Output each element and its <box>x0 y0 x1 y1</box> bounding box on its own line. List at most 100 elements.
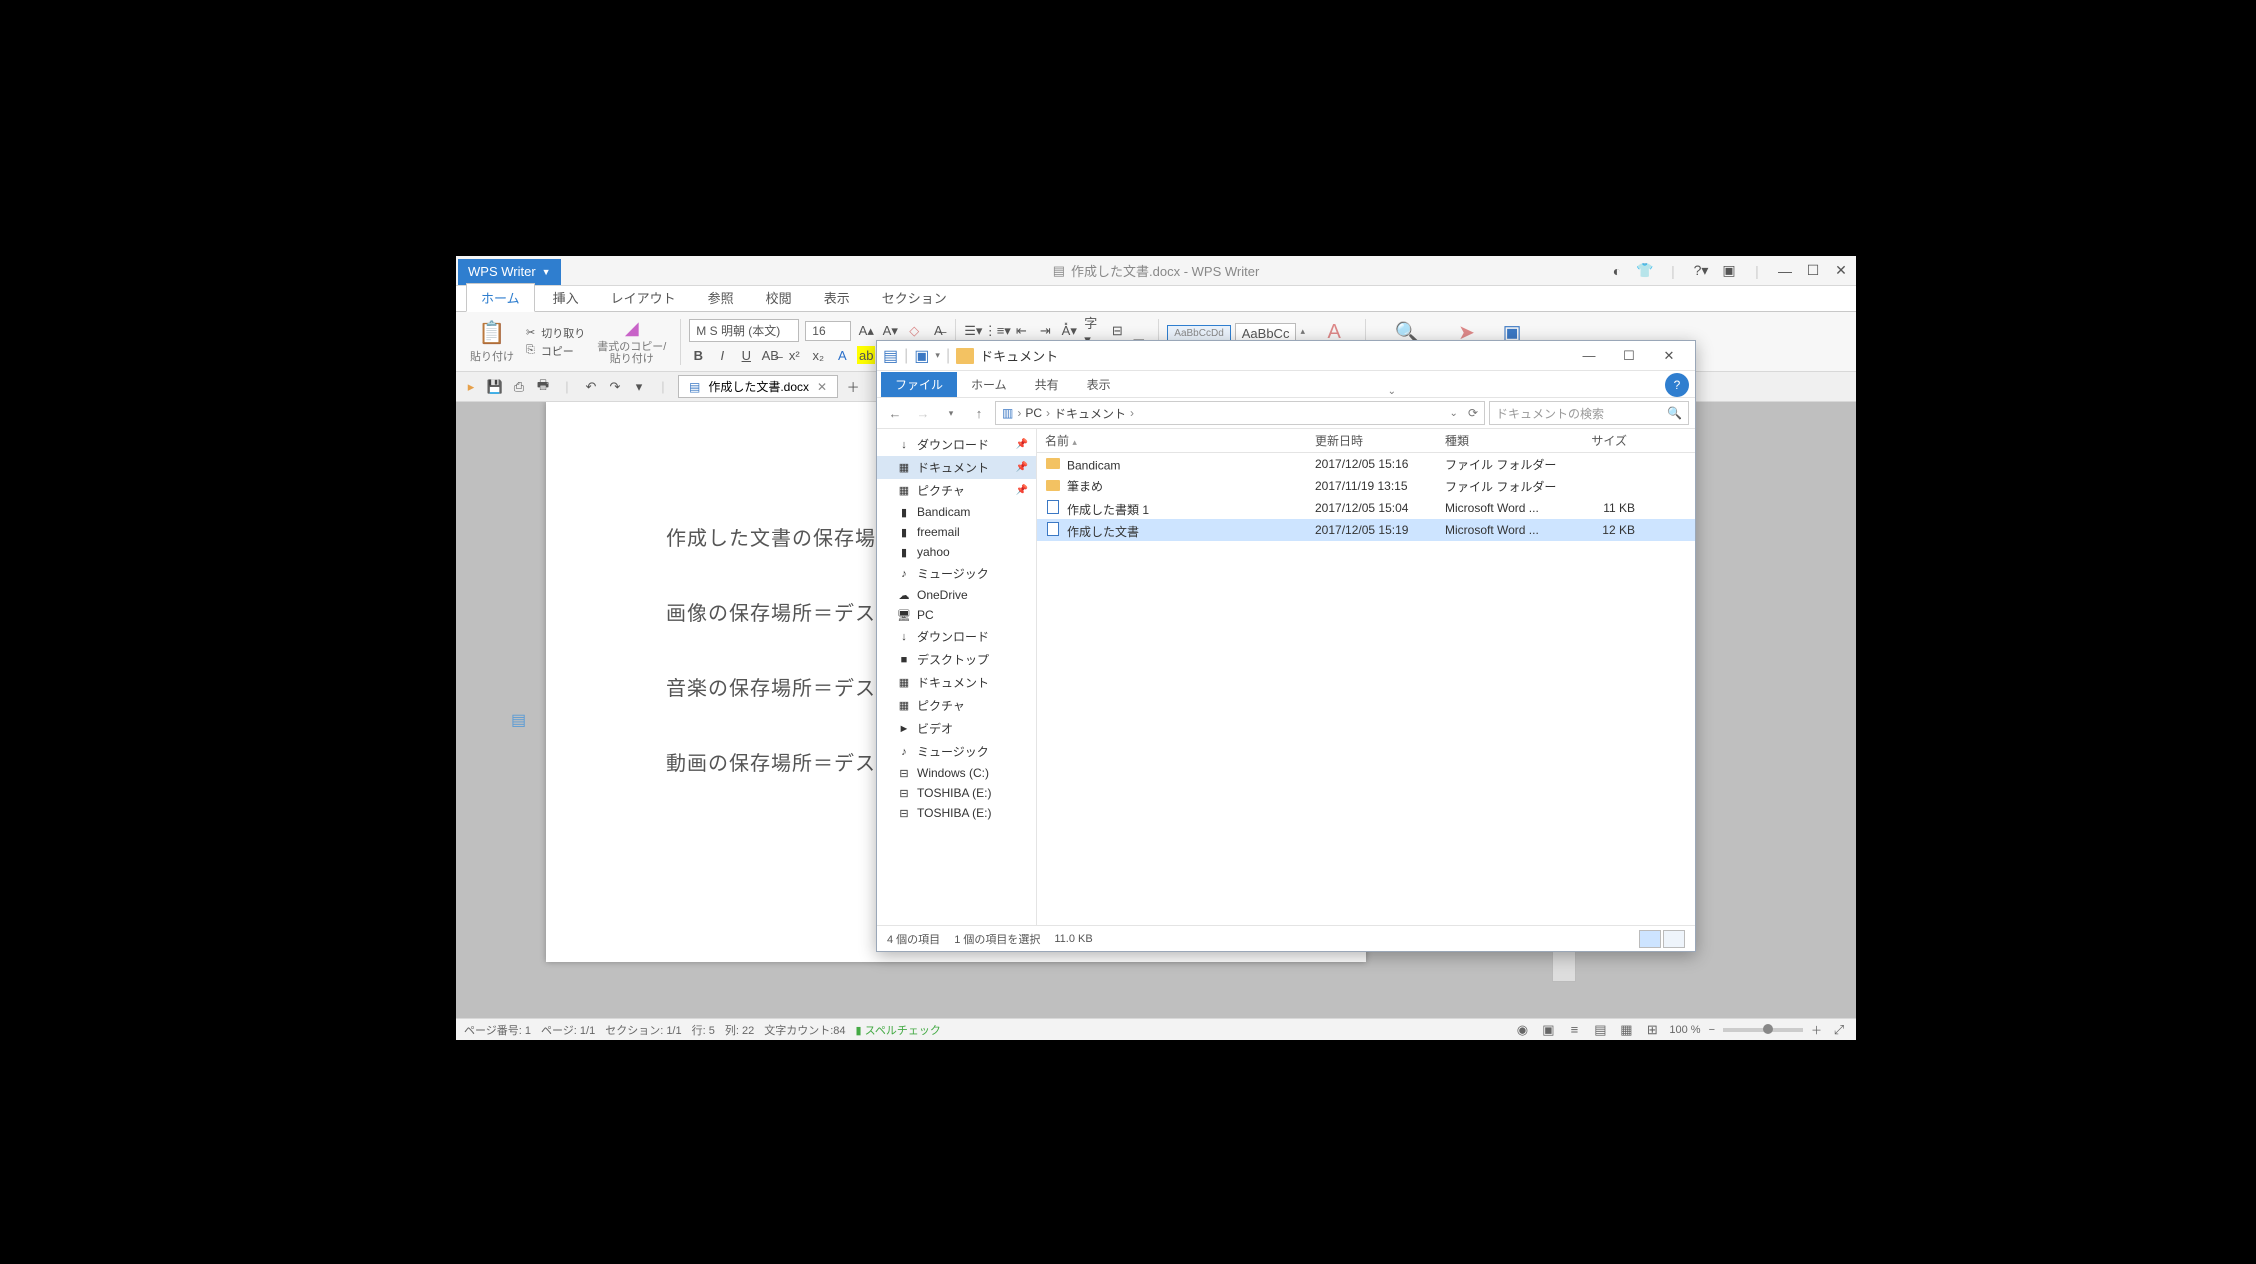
details-view-button[interactable] <box>1639 930 1661 948</box>
explorer-qat-dropdown[interactable]: ▾ <box>935 350 940 361</box>
breadcrumb-item[interactable]: PC <box>1025 406 1042 420</box>
nav-item[interactable]: ♪ミュージック <box>877 740 1036 763</box>
print-preview-icon[interactable]: ⎙ <box>510 378 528 396</box>
explorer-tab-file[interactable]: ファイル <box>881 372 957 397</box>
nav-item[interactable]: ⊟Windows (C:) <box>877 763 1036 783</box>
nav-item[interactable]: ⊟TOSHIBA (E:) <box>877 783 1036 803</box>
view-mode-icon[interactable]: ⊞ <box>1643 1021 1661 1039</box>
file-row[interactable]: 筆まめ2017/11/19 13:15ファイル フォルダー <box>1037 475 1695 497</box>
forward-button[interactable]: → <box>911 401 935 425</box>
subscript-button[interactable]: x₂ <box>809 346 827 364</box>
tab-button[interactable]: ⊟ <box>1108 322 1126 340</box>
view-mode-icon[interactable]: ◉ <box>1513 1021 1531 1039</box>
view-mode-icon[interactable]: ≡ <box>1565 1021 1583 1039</box>
copy-button[interactable]: ⎘コピー <box>526 343 585 359</box>
col-name[interactable]: 名前 ▴ <box>1045 432 1315 449</box>
view-mode-icon[interactable]: ▦ <box>1617 1021 1635 1039</box>
display-mode-icon[interactable]: ▣ <box>1718 260 1740 282</box>
tab-section[interactable]: セクション <box>868 284 961 311</box>
redo-icon[interactable]: ↷ <box>606 378 624 396</box>
ribbon-collapse-icon[interactable]: ⌄ <box>1388 386 1396 397</box>
nav-item[interactable]: ↓ダウンロード📌 <box>877 433 1036 456</box>
file-row[interactable]: 作成した書類 12017/12/05 15:04Microsoft Word .… <box>1037 497 1695 519</box>
highlight-button[interactable]: ab <box>857 346 875 364</box>
explorer-search-input[interactable]: ドキュメントの検索 🔍 <box>1489 401 1689 425</box>
nav-item[interactable]: ►ビデオ <box>877 717 1036 740</box>
nav-item[interactable]: ☁OneDrive <box>877 585 1036 605</box>
file-row[interactable]: Bandicam2017/12/05 15:16ファイル フォルダー <box>1037 453 1695 475</box>
grow-font-icon[interactable]: A▴ <box>857 322 875 340</box>
paste-icon[interactable]: 📋 <box>478 320 505 346</box>
zoom-out-button[interactable]: − <box>1709 1024 1715 1036</box>
nav-item[interactable]: ▦ドキュメント📌 <box>877 456 1036 479</box>
clear-format-icon[interactable]: ◇ <box>905 322 923 340</box>
up-button[interactable]: ↑ <box>967 401 991 425</box>
shrink-font-icon[interactable]: A▾ <box>881 322 899 340</box>
col-size[interactable]: サイズ <box>1565 432 1635 449</box>
explorer-close-button[interactable]: ✕ <box>1649 342 1689 370</box>
document-tab[interactable]: ▤ 作成した文書.docx ✕ <box>678 375 838 398</box>
tab-view[interactable]: 表示 <box>810 284 864 311</box>
style-up-icon[interactable]: ▴ <box>1300 326 1305 337</box>
save-icon[interactable]: 💾 <box>486 378 504 396</box>
col-type[interactable]: 種類 <box>1445 432 1565 449</box>
tab-insert[interactable]: 挿入 <box>539 284 593 311</box>
superscript-button[interactable]: x² <box>785 346 803 364</box>
undo-icon[interactable]: ↶ <box>582 378 600 396</box>
close-tab-icon[interactable]: ✕ <box>817 380 827 394</box>
app-menu-button[interactable]: WPS Writer ▼ <box>458 259 561 285</box>
nav-item[interactable]: ▮yahoo <box>877 542 1036 562</box>
back-button[interactable]: ← <box>883 401 907 425</box>
strike-button[interactable]: AB̶ <box>761 346 779 364</box>
outdent-button[interactable]: ⇤ <box>1012 322 1030 340</box>
breadcrumb[interactable]: ▥ › PC › ドキュメント › ⌄ ⟳ <box>995 401 1485 425</box>
tab-layout[interactable]: レイアウト <box>597 284 690 311</box>
new-tab-button[interactable]: ＋ <box>844 378 862 396</box>
italic-button[interactable]: I <box>713 346 731 364</box>
view-mode-icon[interactable]: ▤ <box>1591 1021 1609 1039</box>
phonetic-button[interactable]: A̽▾ <box>1060 322 1078 340</box>
bullets-button[interactable]: ☰▾ <box>964 322 982 340</box>
explorer-minimize-button[interactable]: — <box>1569 342 1609 370</box>
breadcrumb-item[interactable]: ドキュメント <box>1054 405 1126 422</box>
zoom-in-button[interactable]: ＋ <box>1811 1022 1822 1038</box>
open-icon[interactable]: ▸ <box>462 378 480 396</box>
clear-icon[interactable]: A̶ <box>929 322 947 340</box>
refresh-icon[interactable]: ⟳ <box>1468 406 1478 420</box>
recent-dropdown[interactable]: ▾ <box>939 401 963 425</box>
nav-item[interactable]: ▮Bandicam <box>877 502 1036 522</box>
format-painter-group[interactable]: ◢ 書式のコピー/ 貼り付け <box>591 318 672 365</box>
nav-item[interactable]: ▦ドキュメント <box>877 671 1036 694</box>
nav-item[interactable]: ↓ダウンロード <box>877 625 1036 648</box>
cut-button[interactable]: ✂切り取り <box>526 325 585 341</box>
font-color-button[interactable]: A <box>833 346 851 364</box>
breadcrumb-dropdown-icon[interactable]: ⌄ <box>1450 408 1458 419</box>
asian-layout-button[interactable]: 字▾ <box>1084 322 1102 340</box>
nav-item[interactable]: ▦ピクチャ <box>877 694 1036 717</box>
nav-item[interactable]: ▮freemail <box>877 522 1036 542</box>
explorer-tab-share[interactable]: 共有 <box>1021 372 1073 397</box>
spellcheck-indicator[interactable]: ▮ スペルチェック <box>856 1022 941 1038</box>
nav-item[interactable]: ♪ミュージック <box>877 562 1036 585</box>
zoom-slider[interactable] <box>1723 1028 1803 1032</box>
nav-item[interactable]: ▦ピクチャ📌 <box>877 479 1036 502</box>
bold-button[interactable]: B <box>689 346 707 364</box>
explorer-help-icon[interactable]: ? <box>1665 373 1689 397</box>
nav-item[interactable]: ■デスクトップ <box>877 648 1036 671</box>
explorer-maximize-button[interactable]: ☐ <box>1609 342 1649 370</box>
maximize-button[interactable]: ☐ <box>1802 260 1824 282</box>
view-mode-icon[interactable]: ▣ <box>1539 1021 1557 1039</box>
fullscreen-icon[interactable]: ⤢ <box>1830 1021 1848 1039</box>
font-name-select[interactable]: M S 明朝 (本文) <box>689 319 799 342</box>
tab-references[interactable]: 参照 <box>694 284 748 311</box>
shirt-icon[interactable]: 👕 <box>1634 260 1656 282</box>
explorer-tab-view[interactable]: 表示 <box>1073 372 1125 397</box>
numbering-button[interactable]: ⋮≡▾ <box>988 322 1006 340</box>
underline-button[interactable]: U <box>737 346 755 364</box>
file-row[interactable]: 作成した文書2017/12/05 15:19Microsoft Word ...… <box>1037 519 1695 541</box>
indent-button[interactable]: ⇥ <box>1036 322 1054 340</box>
icons-view-button[interactable] <box>1663 930 1685 948</box>
user-icon[interactable]: ◐ <box>1606 260 1628 282</box>
font-size-select[interactable]: 16 <box>805 321 851 341</box>
tab-review[interactable]: 校閲 <box>752 284 806 311</box>
